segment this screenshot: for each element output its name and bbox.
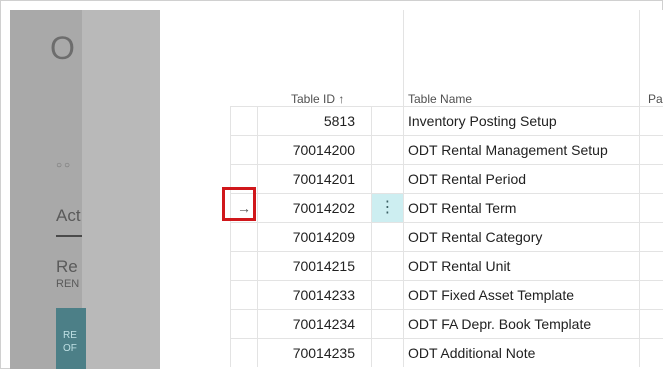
- cell-partial[interactable]: [639, 338, 663, 367]
- cell-table-id[interactable]: 70014234: [257, 309, 371, 338]
- cell-table-id[interactable]: 70014235: [257, 338, 371, 367]
- cell-table-name[interactable]: ODT Additional Note: [403, 338, 639, 367]
- cell-table-id[interactable]: 70014209: [257, 222, 371, 251]
- cell-partial[interactable]: [639, 164, 663, 193]
- cell-table-id[interactable]: 5813: [257, 106, 371, 135]
- cell-table-name[interactable]: Inventory Posting Setup: [403, 106, 639, 135]
- table-grid: 5813 Inventory Posting Setup 70014200 ODT R…: [222, 106, 663, 367]
- column-header-table-name[interactable]: Table Name: [403, 10, 640, 106]
- table-row[interactable]: 70014201 ODT Rental Period: [230, 164, 663, 193]
- cell-table-name[interactable]: ODT Rental Period: [403, 164, 639, 193]
- row-selector[interactable]: [230, 251, 257, 280]
- table-row[interactable]: 70014234 ODT FA Depr. Book Template: [230, 309, 663, 338]
- background-tab-underline: [56, 235, 82, 237]
- cell-table-name[interactable]: ODT FA Depr. Book Template: [403, 309, 639, 338]
- cell-table-id[interactable]: 70014200: [257, 135, 371, 164]
- column-header-table-id[interactable]: Table ID ↑: [257, 10, 371, 106]
- cell-table-id[interactable]: 70014215: [257, 251, 371, 280]
- table-row[interactable]: 70014209 ODT Rental Category: [230, 222, 663, 251]
- table-row[interactable]: 70014235 ODT Additional Note: [230, 338, 663, 367]
- column-header-label: Table ID ↑: [291, 92, 345, 106]
- table-row[interactable]: 70014233 ODT Fixed Asset Template: [230, 280, 663, 309]
- row-selector[interactable]: [230, 135, 257, 164]
- background-tile-line: RE: [63, 330, 77, 341]
- table-row[interactable]: → 70014202 ⋮ ODT Rental Term: [222, 187, 663, 222]
- cell-partial[interactable]: [639, 251, 663, 280]
- row-selector[interactable]: [230, 338, 257, 367]
- background-band: [82, 10, 160, 369]
- cell-table-name[interactable]: ODT Fixed Asset Template: [403, 280, 639, 309]
- row-selector[interactable]: [230, 280, 257, 309]
- cell-partial[interactable]: [639, 280, 663, 309]
- sort-ascending-icon: ↑: [338, 92, 345, 106]
- cell-partial[interactable]: [639, 193, 663, 222]
- row-actions-menu[interactable]: [371, 251, 403, 280]
- cell-table-name[interactable]: ODT Rental Category: [403, 222, 639, 251]
- background-tile-line: OF: [63, 343, 77, 354]
- row-selector[interactable]: [230, 106, 257, 135]
- row-selector[interactable]: →: [222, 187, 257, 222]
- background-dots: ○○: [56, 160, 73, 171]
- cell-table-name[interactable]: ODT Rental Term: [403, 193, 639, 222]
- column-header-label: Table Name: [408, 92, 473, 106]
- cell-table-id[interactable]: 70014202: [257, 193, 371, 222]
- column-header-partial[interactable]: Pa: [639, 10, 663, 106]
- cell-partial[interactable]: [639, 106, 663, 135]
- highlight-box: [222, 187, 256, 221]
- cell-partial[interactable]: [639, 222, 663, 251]
- row-actions-menu[interactable]: [371, 280, 403, 309]
- row-selector[interactable]: [230, 222, 257, 251]
- lookup-dialog: Table ID ↑ Table Name Pa 5813 Inventory P…: [160, 10, 663, 369]
- cell-partial[interactable]: [639, 309, 663, 338]
- row-actions-menu[interactable]: [371, 309, 403, 338]
- background-tab: Act: [56, 206, 81, 225]
- row-actions-menu[interactable]: ⋮: [371, 193, 403, 222]
- cell-table-name[interactable]: ODT Rental Management Setup: [403, 135, 639, 164]
- cell-table-id[interactable]: 70014201: [257, 164, 371, 193]
- cell-table-id[interactable]: 70014233: [257, 280, 371, 309]
- row-actions-menu[interactable]: [371, 106, 403, 135]
- background-tile: RE OF: [56, 308, 86, 369]
- background-heading: Re: [56, 257, 78, 276]
- row-actions-menu[interactable]: [371, 222, 403, 251]
- row-selector[interactable]: [230, 309, 257, 338]
- background-page-overlay: O ○○ Act Re REN RE OF: [10, 10, 160, 369]
- more-options-icon: ⋮: [379, 199, 396, 216]
- table-row[interactable]: 70014200 ODT Rental Management Setup: [230, 135, 663, 164]
- row-actions-menu[interactable]: [371, 164, 403, 193]
- background-subheading: REN: [56, 278, 80, 290]
- row-actions-menu[interactable]: [371, 338, 403, 367]
- column-header-label: Pa: [648, 92, 663, 106]
- row-actions-menu[interactable]: [371, 135, 403, 164]
- cell-table-name[interactable]: ODT Rental Unit: [403, 251, 639, 280]
- table-row[interactable]: 5813 Inventory Posting Setup: [230, 106, 663, 135]
- cell-partial[interactable]: [639, 135, 663, 164]
- background-page-title: O: [50, 30, 75, 66]
- table-row[interactable]: 70014215 ODT Rental Unit: [230, 251, 663, 280]
